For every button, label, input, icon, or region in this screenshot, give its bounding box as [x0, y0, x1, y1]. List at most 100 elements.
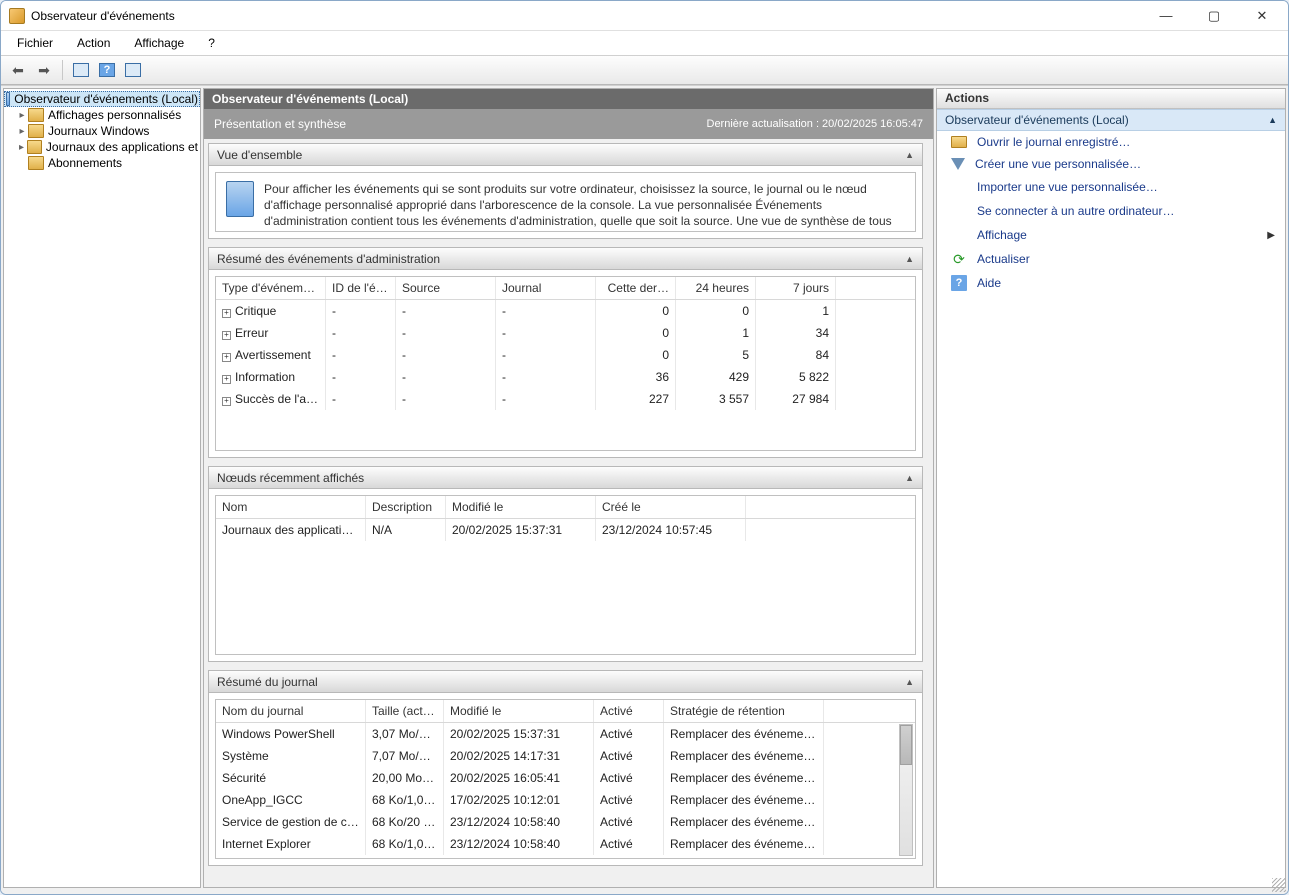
col-week[interactable]: 7 jours	[756, 277, 836, 299]
center-body[interactable]: Vue d'ensemble ▲ Pour afficher les événe…	[204, 139, 933, 887]
summary-row[interactable]: +Avertissement---0584	[216, 344, 915, 366]
col-type[interactable]: Type d'événem…	[216, 277, 326, 299]
cell-source: -	[396, 388, 496, 410]
overview-box: Pour afficher les événements qui se sont…	[215, 172, 916, 232]
tree-node-app-logs[interactable]: ▸ Journaux des applications et	[4, 139, 200, 155]
summary-row[interactable]: +Succès de l'a…---2273 55727 984	[216, 388, 915, 410]
action-open-log[interactable]: Ouvrir le journal enregistré…	[937, 131, 1285, 153]
col-source[interactable]: Source	[396, 277, 496, 299]
log-row[interactable]: OneApp_IGCC68 Ko/1,0…17/02/2025 10:12:01…	[216, 789, 915, 811]
cell-journal: -	[496, 322, 596, 344]
action-display[interactable]: Affichage ▶	[937, 223, 1285, 247]
action-create-view[interactable]: Créer une vue personnalisée…	[937, 153, 1285, 175]
cell-hour: 36	[596, 366, 676, 388]
menu-view[interactable]: Affichage	[124, 34, 194, 52]
recent-row[interactable]: Journaux des application…N/A20/02/2025 1…	[216, 519, 915, 541]
log-scrollbar[interactable]	[899, 724, 913, 856]
action-help[interactable]: ? Aide	[937, 271, 1285, 295]
col-created[interactable]: Créé le	[596, 496, 746, 518]
tree-root-node[interactable]: Observateur d'événements (Local)	[4, 91, 200, 107]
col-log-size[interactable]: Taille (act…	[366, 700, 444, 722]
expand-icon[interactable]: +	[222, 353, 231, 362]
folder-icon	[28, 124, 44, 138]
recent-nodes-header[interactable]: Nœuds récemment affichés ▲	[209, 467, 922, 489]
cell-source: -	[396, 344, 496, 366]
action-label: Importer une vue personnalisée…	[977, 180, 1158, 194]
summary-row[interactable]: +Erreur---0134	[216, 322, 915, 344]
cell-day: 429	[676, 366, 756, 388]
cell-log-name: Internet Explorer	[216, 833, 366, 855]
resize-grip[interactable]	[1272, 878, 1286, 892]
action-import-view[interactable]: Importer une vue personnalisée…	[937, 175, 1285, 199]
expand-icon[interactable]: +	[222, 331, 231, 340]
expand-icon[interactable]: +	[222, 375, 231, 384]
log-row[interactable]: Sécurité20,00 Mo/…20/02/2025 16:05:41Act…	[216, 767, 915, 789]
maximize-button[interactable]: ▢	[1196, 5, 1232, 27]
help-button[interactable]: ?	[96, 59, 118, 81]
tree-node-windows-logs[interactable]: ▸ Journaux Windows	[4, 123, 200, 139]
center-subtitle: Présentation et synthèse	[214, 117, 346, 131]
summary-row[interactable]: +Critique---001	[216, 300, 915, 322]
log-summary-section: Résumé du journal ▲ Nom du journal Taill…	[208, 670, 923, 866]
actions-section-header[interactable]: Observateur d'événements (Local) ▲	[937, 109, 1285, 131]
col-desc[interactable]: Description	[366, 496, 446, 518]
col-modified[interactable]: Modifié le	[446, 496, 596, 518]
cell-journal: -	[496, 388, 596, 410]
summary-row[interactable]: +Information---364295 822	[216, 366, 915, 388]
tree-pane: Observateur d'événements (Local) ▸ Affic…	[3, 88, 201, 888]
cell-week: 5 822	[756, 366, 836, 388]
col-day[interactable]: 24 heures	[676, 277, 756, 299]
col-log-name[interactable]: Nom du journal	[216, 700, 366, 722]
col-name[interactable]: Nom	[216, 496, 366, 518]
action-connect[interactable]: Se connecter à un autre ordinateur…	[937, 199, 1285, 223]
show-tree-button[interactable]	[70, 59, 92, 81]
expand-icon[interactable]: +	[222, 309, 231, 318]
menu-file[interactable]: Fichier	[7, 34, 63, 52]
log-summary-header[interactable]: Résumé du journal ▲	[209, 671, 922, 693]
nav-forward-button[interactable]: ➡	[33, 59, 55, 81]
action-label: Affichage	[977, 228, 1027, 242]
close-button[interactable]: ✕	[1244, 5, 1280, 27]
cell-log-enabled: Activé	[594, 789, 664, 811]
log-row[interactable]: Internet Explorer68 Ko/1,0…23/12/2024 10…	[216, 833, 915, 855]
col-log-enabled[interactable]: Activé	[594, 700, 664, 722]
cell-log-modified: 20/02/2025 14:17:31	[444, 745, 594, 767]
log-row[interactable]: Windows PowerShell3,07 Mo/1…20/02/2025 1…	[216, 723, 915, 745]
overview-header[interactable]: Vue d'ensemble ▲	[209, 144, 922, 166]
cell-log-enabled: Activé	[594, 811, 664, 833]
tree-label: Affichages personnalisés	[48, 108, 181, 122]
show-actions-button[interactable]	[122, 59, 144, 81]
expand-icon[interactable]: ▸	[16, 110, 28, 121]
panel-icon	[73, 63, 89, 77]
col-hour[interactable]: Cette der…	[596, 277, 676, 299]
expand-icon[interactable]: +	[222, 397, 231, 406]
log-row[interactable]: Service de gestion de clés68 Ko/20 …23/1…	[216, 811, 915, 833]
scrollbar-thumb[interactable]	[900, 725, 912, 765]
expand-icon[interactable]: ▸	[16, 126, 28, 137]
cell-log-enabled: Activé	[594, 833, 664, 855]
help-icon: ?	[951, 275, 967, 291]
minimize-button[interactable]: —	[1148, 5, 1184, 27]
arrow-left-icon: ⬅	[12, 62, 24, 79]
expand-icon[interactable]: ▸	[16, 142, 27, 153]
cell-hour: 0	[596, 322, 676, 344]
col-log-modified[interactable]: Modifié le	[444, 700, 594, 722]
cell-modified: 20/02/2025 15:37:31	[446, 519, 596, 541]
cell-log-modified: 23/12/2024 10:58:40	[444, 833, 594, 855]
col-journal[interactable]: Journal	[496, 277, 596, 299]
menu-help[interactable]: ?	[198, 34, 225, 52]
nav-back-button[interactable]: ⬅	[7, 59, 29, 81]
tree-node-subscriptions[interactable]: Abonnements	[4, 155, 200, 171]
chevron-up-icon: ▲	[905, 150, 914, 160]
admin-summary-header[interactable]: Résumé des événements d'administration ▲	[209, 248, 922, 270]
cell-id: -	[326, 344, 396, 366]
col-log-retention[interactable]: Stratégie de rétention	[664, 700, 824, 722]
action-refresh[interactable]: ⟳ Actualiser	[937, 247, 1285, 271]
minimize-icon: —	[1160, 8, 1173, 23]
log-row[interactable]: Système7,07 Mo/2…20/02/2025 14:17:31Acti…	[216, 745, 915, 767]
col-id[interactable]: ID de l'é…	[326, 277, 396, 299]
admin-summary-title: Résumé des événements d'administration	[217, 252, 440, 266]
chevron-up-icon: ▲	[905, 677, 914, 687]
tree-node-custom-views[interactable]: ▸ Affichages personnalisés	[4, 107, 200, 123]
menu-action[interactable]: Action	[67, 34, 120, 52]
